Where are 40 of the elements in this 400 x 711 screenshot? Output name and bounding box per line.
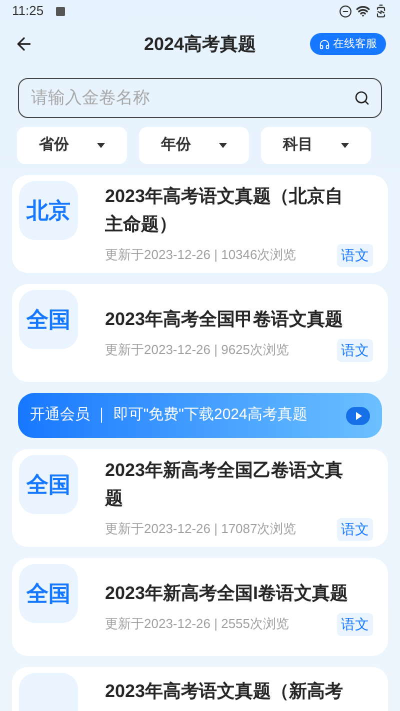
- paper-card[interactable]: 全国 2023年新高考全国I卷语文真题 更新于2023-12-26 | 2555次浏览 语文: [12, 558, 388, 656]
- online-service-button[interactable]: 在线客服: [310, 33, 386, 55]
- search-icon[interactable]: [354, 90, 370, 106]
- paper-card[interactable]: 全国 2023年新高考全国乙卷语文真题 更新于2023-12-26 | 17087次浏览 语文: [12, 449, 388, 547]
- status-time: 11:25: [12, 2, 44, 20]
- membership-banner[interactable]: 开通会员 ｜ 即可"免费"下载2024高考真题: [18, 393, 382, 438]
- paper-title: 2023年新高考全国乙卷语文真题: [105, 458, 344, 510]
- paper-card[interactable]: 全国 2023年高考全国甲卷语文真题 更新于2023-12-26 | 9625次浏览 语文: [12, 284, 388, 382]
- paper-meta: 更新于2023-12-26 | 9625次浏览: [105, 341, 290, 360]
- filter-dropdown[interactable]: 省份: [17, 127, 127, 164]
- battery-icon: [374, 4, 388, 18]
- dropdown-caret-icon: [97, 143, 105, 148]
- paper-meta: 更新于2023-12-26 | 2555次浏览: [105, 615, 290, 634]
- paper-title: 2023年高考语文真题（北京自主命题）: [105, 184, 344, 236]
- paper-card[interactable]: 北京 2023年高考语文真题（北京自主命题） 更新于2023-12-26 | 10346次浏览 语文: [12, 175, 388, 273]
- subject-tag: 语文: [337, 612, 373, 636]
- filter-dropdown[interactable]: 科目: [261, 127, 371, 164]
- headset-icon: [319, 38, 330, 50]
- region-label: 全国: [26, 580, 70, 608]
- do-not-disturb-icon: [339, 4, 352, 18]
- paper-card[interactable]: 2023年高考语文真题（新高考: [12, 667, 388, 711]
- subject-tag: 语文: [337, 518, 373, 540]
- paper-title: 2023年高考语文真题（新高考: [105, 680, 344, 703]
- region-label: 全国: [26, 471, 70, 499]
- wifi-icon: [356, 4, 370, 18]
- paper-meta: 更新于2023-12-26 | 17087次浏览: [105, 520, 296, 538]
- paper-meta: 更新于2023-12-26 | 10346次浏览: [105, 246, 296, 264]
- dropdown-caret-icon: [219, 143, 227, 148]
- paper-title: 2023年新高考全国I卷语文真题: [105, 582, 350, 604]
- subject-tag: 语文: [337, 244, 373, 266]
- region-label: 北京: [26, 197, 70, 225]
- search-field[interactable]: 请输入金卷名称: [18, 78, 382, 118]
- banner-text: 开通会员 ｜ 即可"免费"下载2024高考真题: [30, 405, 308, 426]
- region-label: 全国: [26, 306, 70, 334]
- filter-dropdown[interactable]: 年份: [139, 127, 249, 164]
- dropdown-caret-icon: [341, 143, 349, 148]
- page-title: 2024高考真题: [144, 32, 256, 56]
- subject-tag: 语文: [337, 338, 373, 362]
- paper-title: 2023年高考全国甲卷语文真题: [105, 308, 344, 330]
- play-icon: [346, 406, 370, 424]
